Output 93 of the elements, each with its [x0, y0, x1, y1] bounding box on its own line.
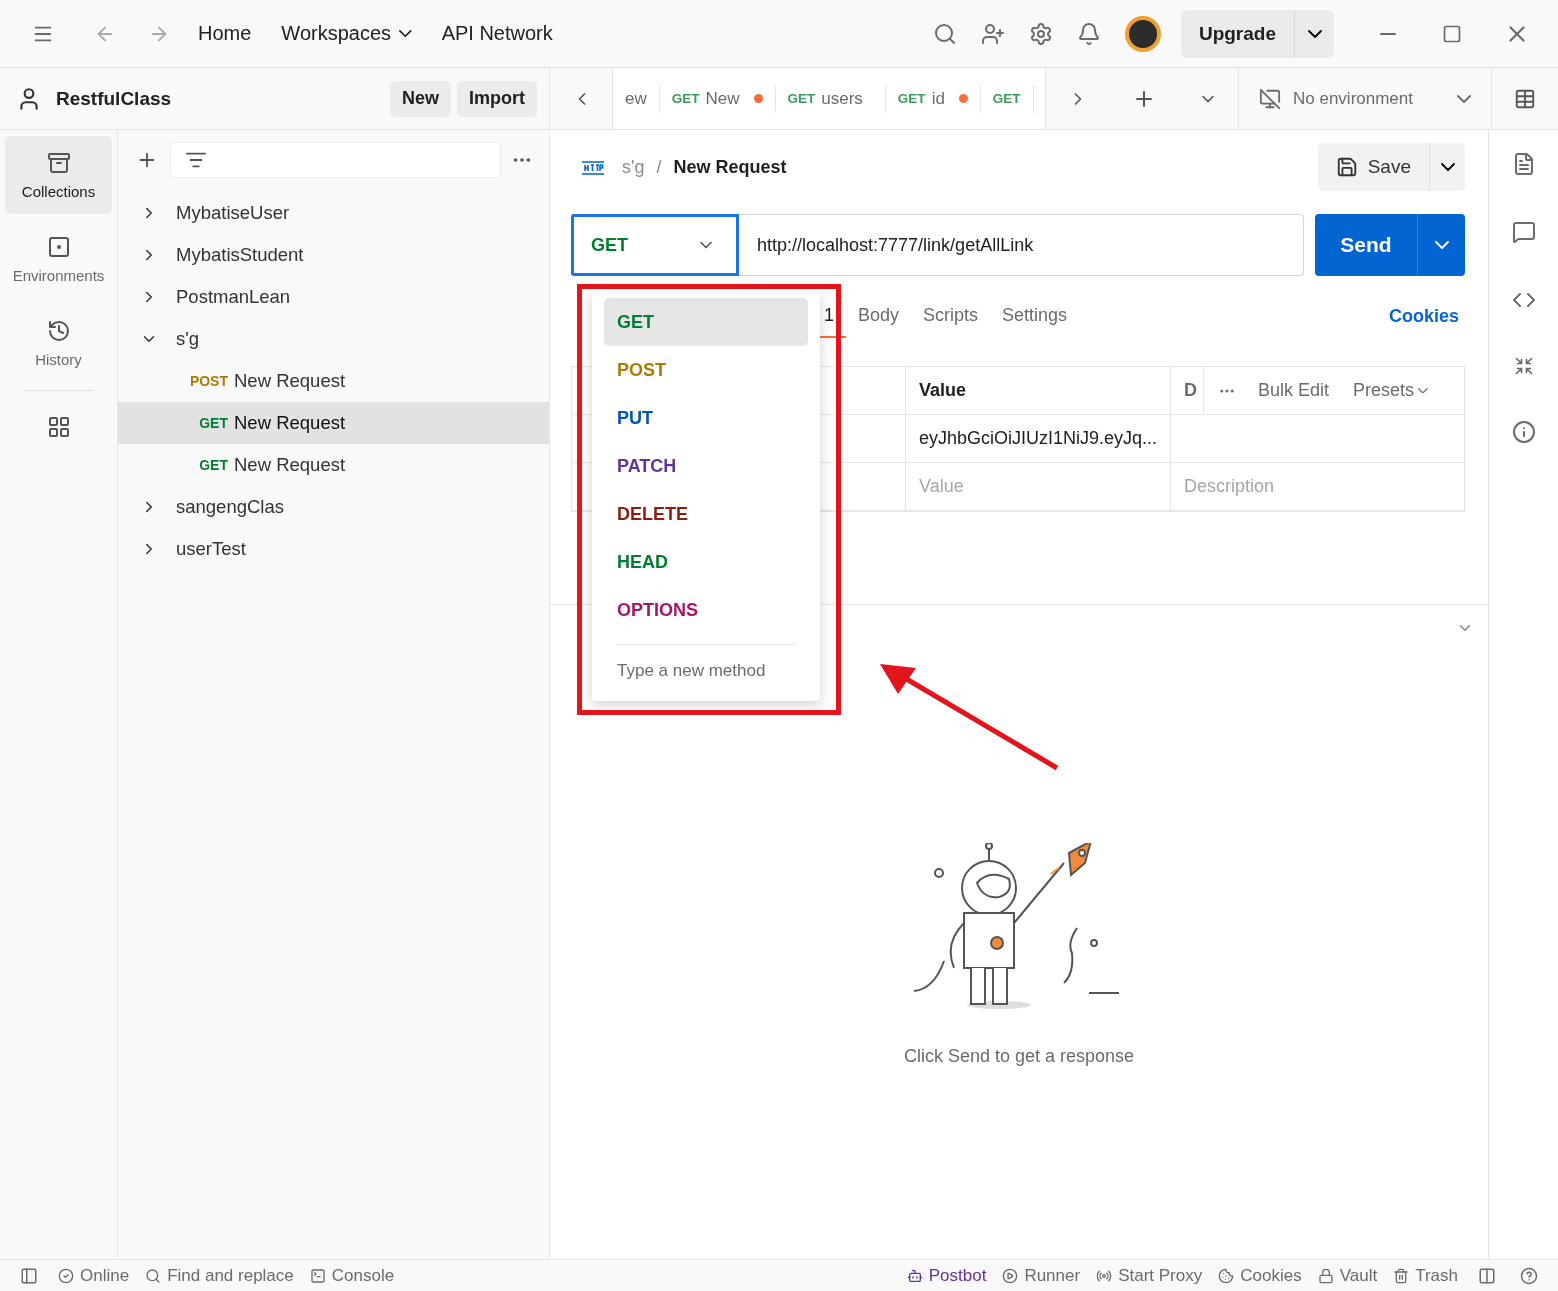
bulk-edit-link[interactable]: Bulk Edit [1258, 380, 1330, 401]
request-section-tab[interactable]: Settings [990, 294, 1080, 338]
method-option[interactable]: PATCH [604, 442, 808, 490]
environment-icon [46, 234, 71, 259]
table-cell: eyJhbGciOiJIUzI1NiJ9.eyJq... [906, 415, 1171, 463]
request-section-tab[interactable]: Scripts [911, 294, 991, 338]
presets-dropdown[interactable]: Presets [1353, 380, 1428, 401]
status-item[interactable]: Cookies [1210, 1265, 1310, 1286]
rail-item[interactable]: Collections [5, 136, 112, 214]
environment-select[interactable]: No environment [1238, 68, 1492, 129]
rail-item[interactable]: Environments [5, 220, 112, 298]
method-option[interactable]: POST [604, 346, 808, 394]
robot-icon [906, 1267, 923, 1284]
table-header: D [1171, 367, 1204, 414]
method-select[interactable]: GET [571, 214, 739, 276]
request-section-tab[interactable]: Body [846, 294, 912, 338]
avatar[interactable] [1124, 15, 1161, 52]
method-option[interactable]: PUT [604, 394, 808, 442]
caret-icon [1307, 29, 1322, 38]
save-icon [1335, 156, 1358, 178]
request-tab[interactable]: GET users [775, 84, 886, 113]
status-item[interactable]: Postbot [898, 1265, 995, 1286]
breadcrumb-collection[interactable]: s'g [622, 156, 645, 178]
comment-icon[interactable] [1511, 220, 1536, 244]
status-item[interactable]: Vault [1309, 1265, 1386, 1286]
play-icon [1002, 1267, 1019, 1284]
cookies-link[interactable]: Cookies [1388, 294, 1459, 338]
method-label: GET [198, 415, 228, 431]
settings-icon[interactable] [1028, 21, 1053, 46]
tree-item-label: userTest [176, 538, 246, 560]
method-option[interactable]: OPTIONS [604, 586, 808, 634]
request-tab[interactable]: ew [613, 84, 660, 113]
filter-field[interactable] [170, 142, 501, 178]
bell-icon[interactable] [1076, 21, 1101, 46]
search-icon [145, 1267, 162, 1284]
request-item[interactable]: GET New Request [118, 402, 549, 444]
caret-icon [1440, 163, 1455, 171]
nav-link[interactable]: API Network [441, 22, 553, 45]
layout-icon[interactable] [1478, 1266, 1496, 1285]
info-icon[interactable] [1511, 420, 1536, 444]
rail-item[interactable]: History [5, 304, 112, 382]
method-option[interactable]: GET [604, 298, 808, 346]
lock-icon [1317, 1267, 1334, 1284]
status-item[interactable]: Find and replace [137, 1265, 302, 1286]
nav-link[interactable]: Workspaces [281, 22, 412, 45]
tree-item-label: sangengClas [176, 496, 284, 518]
request-title: New Request [673, 156, 787, 178]
new-method-field[interactable]: Type a new method [604, 651, 808, 691]
url-field[interactable]: http://localhost:7777/link/getAllLink [739, 214, 1304, 276]
trash-icon [1393, 1267, 1410, 1284]
monitor-off-icon [1259, 87, 1281, 110]
method-option[interactable]: DELETE [604, 490, 808, 538]
request-tab[interactable]: GET New [659, 84, 776, 113]
maximize-icon[interactable] [1442, 23, 1462, 44]
status-item[interactable]: Trash [1385, 1265, 1466, 1286]
caret-icon [1457, 94, 1471, 103]
caret-icon [1434, 241, 1449, 249]
terminal-icon [309, 1267, 326, 1284]
status-item[interactable]: Online [50, 1265, 138, 1286]
tree-item-label: PostmanLean [176, 286, 291, 308]
tree-item-label: MybatiseUser [176, 202, 290, 224]
table-icon[interactable] [1514, 87, 1536, 110]
search-icon[interactable] [932, 21, 957, 46]
tree-item-label: s'g [176, 328, 200, 350]
request-name: New Request [234, 454, 346, 476]
table-header: Value [906, 367, 1171, 415]
history-icon [46, 318, 71, 343]
nav-link[interactable]: Home [198, 22, 252, 45]
cookie-icon [1218, 1267, 1235, 1284]
request-name: New Request [234, 370, 346, 392]
request-name: New Request [234, 412, 346, 434]
request-tab[interactable]: GET id [885, 84, 981, 113]
sidebar-button[interactable]: Import [457, 80, 537, 117]
request-tab[interactable]: GET [980, 84, 1034, 113]
help-icon[interactable] [1520, 1266, 1538, 1285]
shrink-icon[interactable] [1513, 356, 1534, 376]
caret-icon [1418, 387, 1428, 394]
status-item[interactable]: Runner [994, 1265, 1089, 1286]
method-option[interactable]: HEAD [604, 538, 808, 586]
sidebar-toggle-icon[interactable] [20, 1266, 38, 1285]
collections-icon [46, 150, 71, 175]
method-label: POST [188, 373, 228, 389]
response-hint: Click Send to get a response [903, 1046, 1135, 1067]
user-plus-icon[interactable] [980, 21, 1005, 46]
tree-item-label: MybatisStudent [176, 244, 304, 266]
workspace-name: RestfulClass [56, 87, 172, 110]
check-circle-icon [58, 1267, 74, 1284]
breadcrumb-separator: / [656, 156, 662, 178]
status-item[interactable]: Start Proxy [1088, 1265, 1211, 1286]
add-widget-icon[interactable] [46, 415, 71, 439]
status-item[interactable]: Console [301, 1265, 403, 1286]
sidebar-button[interactable]: New [390, 80, 451, 117]
method-label: GET [198, 457, 228, 473]
